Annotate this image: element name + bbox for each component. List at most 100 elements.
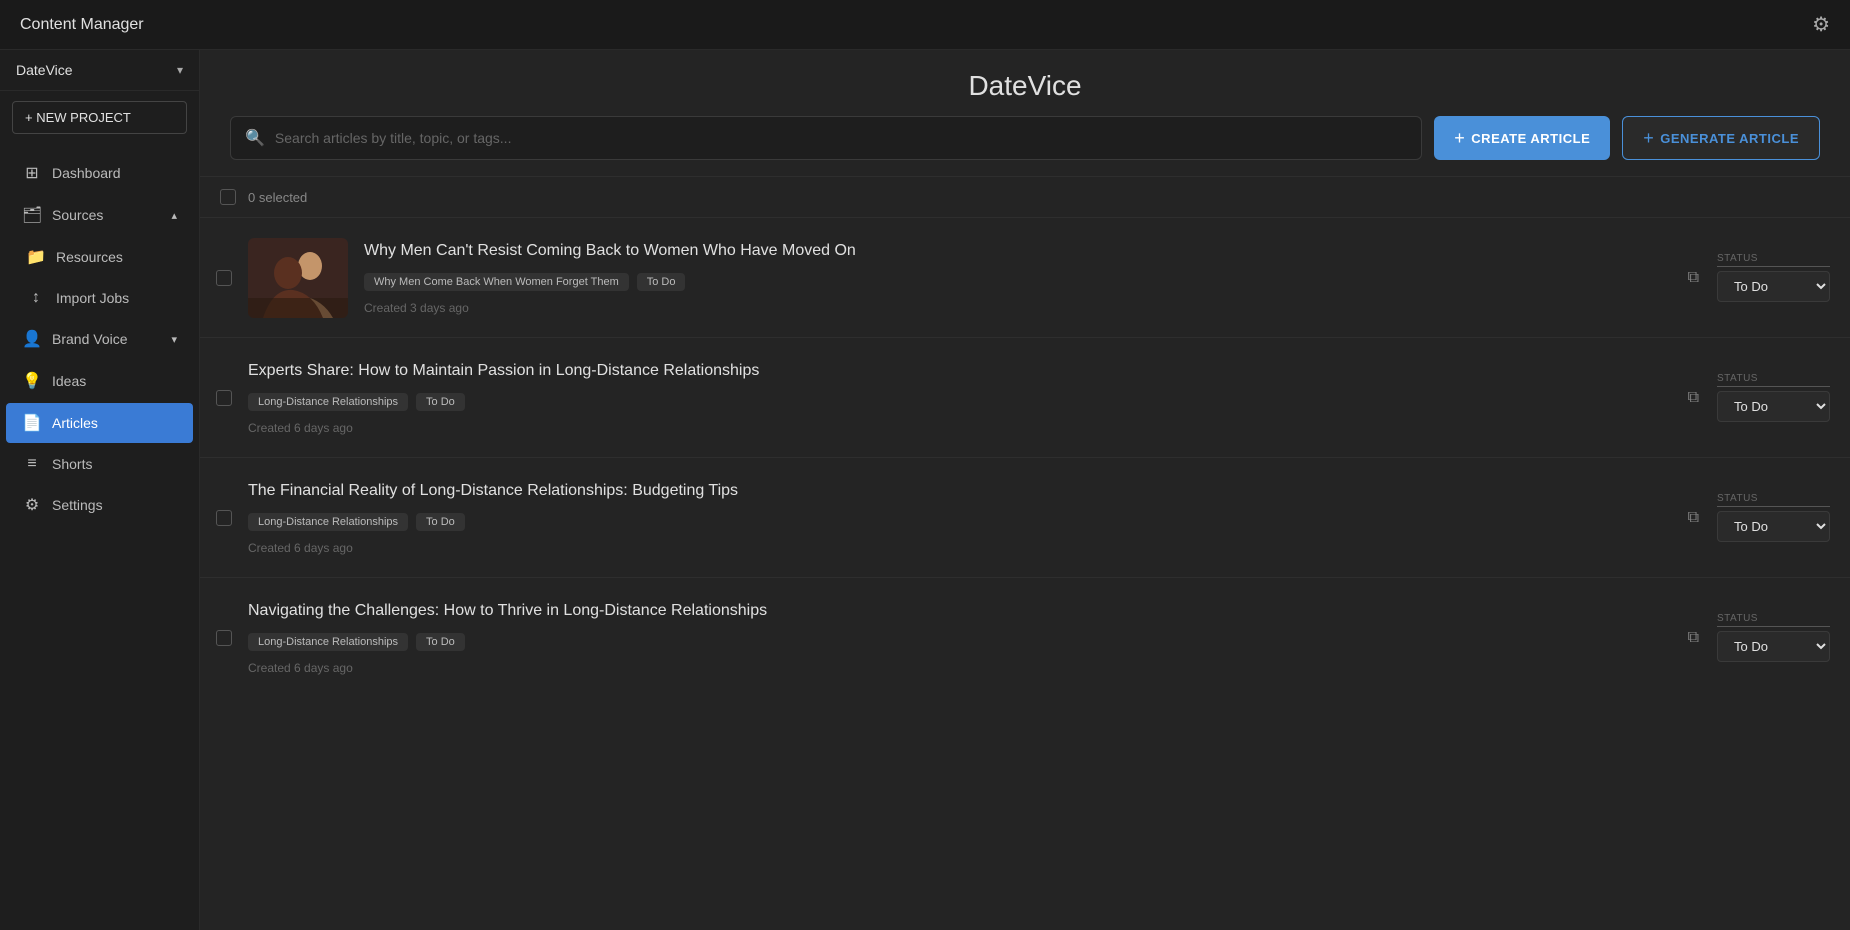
article-tag: Long-Distance Relationships — [248, 513, 408, 531]
sidebar-label-resources: Resources — [56, 249, 123, 265]
article-meta: Created 3 days ago — [364, 301, 1662, 315]
open-article-button[interactable]: ⧉ — [1682, 503, 1705, 533]
article-actions: ⧉ Status To DoIn ProgressDonePublished — [1662, 458, 1850, 577]
toolbar-row: 🔍 + CREATE ARTICLE + GENERATE ARTICLE — [230, 116, 1820, 160]
article-checkbox[interactable] — [216, 510, 232, 526]
resources-icon: 📁 — [26, 247, 46, 267]
article-body: Navigating the Challenges: How to Thrive… — [248, 584, 1662, 690]
sidebar-item-import-jobs[interactable]: ↕ Import Jobs — [6, 279, 193, 317]
article-checkbox-wrap — [200, 458, 248, 577]
external-link-icon: ⧉ — [1688, 629, 1699, 646]
article-checkbox-wrap — [200, 218, 248, 337]
sidebar-item-sources[interactable]: 🗂 Sources ▴ — [6, 195, 193, 235]
page-title: DateVice — [968, 70, 1081, 102]
page-title-row: DateVice — [230, 70, 1820, 102]
sidebar-item-brand-voice[interactable]: 👤 Brand Voice ▾ — [6, 319, 193, 359]
status-select[interactable]: To DoIn ProgressDonePublished — [1717, 271, 1830, 302]
selection-count: 0 selected — [248, 190, 307, 205]
status-select[interactable]: To DoIn ProgressDonePublished — [1717, 511, 1830, 542]
sidebar-nav: ⊞ Dashboard 🗂 Sources ▴ 📁 Resources ↕ Im… — [0, 144, 199, 930]
gear-icon[interactable]: ⚙ — [1812, 12, 1830, 37]
article-card: Experts Share: How to Maintain Passion i… — [200, 337, 1850, 457]
search-input[interactable] — [275, 130, 1407, 146]
create-article-label: CREATE ARTICLE — [1471, 131, 1590, 146]
article-body: Experts Share: How to Maintain Passion i… — [248, 344, 1662, 450]
article-body: The Financial Reality of Long-Distance R… — [248, 464, 1662, 570]
brand-voice-icon: 👤 — [22, 329, 42, 349]
status-label: Status — [1717, 493, 1830, 507]
article-tag: Long-Distance Relationships — [248, 633, 408, 651]
article-title: Navigating the Challenges: How to Thrive… — [248, 600, 1662, 622]
article-title: Why Men Can't Resist Coming Back to Wome… — [364, 240, 1662, 262]
article-tags: Long-Distance RelationshipsTo Do — [248, 633, 1662, 651]
open-article-button[interactable]: ⧉ — [1682, 263, 1705, 293]
create-article-button[interactable]: + CREATE ARTICLE — [1434, 116, 1610, 160]
topbar: Content Manager ⚙ — [0, 0, 1850, 50]
dashboard-icon: ⊞ — [22, 163, 42, 183]
article-meta: Created 6 days ago — [248, 661, 1662, 675]
article-thumbnail — [248, 238, 348, 318]
generate-article-label: GENERATE ARTICLE — [1660, 131, 1799, 146]
article-meta: Created 6 days ago — [248, 421, 1662, 435]
status-label: Status — [1717, 253, 1830, 267]
article-tags: Why Men Come Back When Women Forget Them… — [364, 273, 1662, 291]
sources-icon: 🗂 — [22, 205, 42, 225]
status-label: Status — [1717, 613, 1830, 627]
create-plus-icon: + — [1454, 128, 1465, 149]
article-checkbox[interactable] — [216, 390, 232, 406]
article-meta: Created 6 days ago — [248, 541, 1662, 555]
sidebar-item-ideas[interactable]: 💡 Ideas — [6, 361, 193, 401]
project-selector[interactable]: DateVice ▾ — [0, 50, 199, 91]
article-card: Navigating the Challenges: How to Thrive… — [200, 577, 1850, 697]
sidebar-item-articles[interactable]: 📄 Articles — [6, 403, 193, 443]
article-tags: Long-Distance Relationships To Do — [248, 513, 1662, 531]
sidebar-label-articles: Articles — [52, 415, 98, 431]
selection-bar: 0 selected — [200, 177, 1850, 217]
status-wrapper: Status To DoIn ProgressDonePublished — [1717, 613, 1830, 662]
main-layout: DateVice ▾ + NEW PROJECT ⊞ Dashboard 🗂 S… — [0, 50, 1850, 930]
content-area: DateVice 🔍 + CREATE ARTICLE + GENERATE A… — [200, 50, 1850, 930]
sidebar-label-shorts: Shorts — [52, 456, 92, 472]
article-checkbox[interactable] — [216, 630, 232, 646]
sidebar-label-import-jobs: Import Jobs — [56, 290, 129, 306]
article-checkbox[interactable] — [216, 270, 232, 286]
article-card: Why Men Can't Resist Coming Back to Wome… — [200, 217, 1850, 337]
article-title: Experts Share: How to Maintain Passion i… — [248, 360, 1662, 382]
open-article-button[interactable]: ⧉ — [1682, 383, 1705, 413]
search-icon: 🔍 — [245, 128, 265, 148]
article-tag: Long-Distance Relationships — [248, 393, 408, 411]
article-tag: To Do — [416, 393, 465, 411]
ideas-icon: 💡 — [22, 371, 42, 391]
sidebar-label-ideas: Ideas — [52, 373, 86, 389]
article-card: The Financial Reality of Long-Distance R… — [200, 457, 1850, 577]
sidebar-item-shorts[interactable]: ≡ Shorts — [6, 445, 193, 483]
project-dropdown-icon: ▾ — [177, 63, 183, 77]
app-title: Content Manager — [20, 16, 144, 34]
article-checkbox-wrap — [200, 578, 248, 697]
sidebar-item-settings[interactable]: ⚙ Settings — [6, 485, 193, 525]
new-project-button[interactable]: + NEW PROJECT — [12, 101, 187, 134]
status-select[interactable]: To DoIn ProgressDonePublished — [1717, 391, 1830, 422]
article-tag: To Do — [416, 513, 465, 531]
status-label: Status — [1717, 373, 1830, 387]
articles-icon: 📄 — [22, 413, 42, 433]
articles-container: 0 selected Why Men Can't Resist Coming B… — [200, 177, 1850, 930]
external-link-icon: ⧉ — [1688, 509, 1699, 526]
sidebar-item-resources[interactable]: 📁 Resources — [6, 237, 193, 277]
status-select[interactable]: To DoIn ProgressDonePublished — [1717, 631, 1830, 662]
sidebar-item-dashboard[interactable]: ⊞ Dashboard — [6, 153, 193, 193]
generate-article-button[interactable]: + GENERATE ARTICLE — [1622, 116, 1820, 160]
articles-list: Why Men Can't Resist Coming Back to Wome… — [200, 217, 1850, 697]
sidebar-label-dashboard: Dashboard — [52, 165, 121, 181]
status-wrapper: Status To DoIn ProgressDonePublished — [1717, 253, 1830, 302]
external-link-icon: ⧉ — [1688, 389, 1699, 406]
article-body: Why Men Can't Resist Coming Back to Wome… — [364, 224, 1662, 330]
article-actions: ⧉ Status To DoIn ProgressDonePublished — [1662, 218, 1850, 337]
status-wrapper: Status To DoIn ProgressDonePublished — [1717, 373, 1830, 422]
project-name: DateVice — [16, 62, 73, 78]
article-checkbox-wrap — [200, 338, 248, 457]
content-header: DateVice 🔍 + CREATE ARTICLE + GENERATE A… — [200, 50, 1850, 177]
open-article-button[interactable]: ⧉ — [1682, 623, 1705, 653]
settings-icon: ⚙ — [22, 495, 42, 515]
select-all-checkbox[interactable] — [220, 189, 236, 205]
